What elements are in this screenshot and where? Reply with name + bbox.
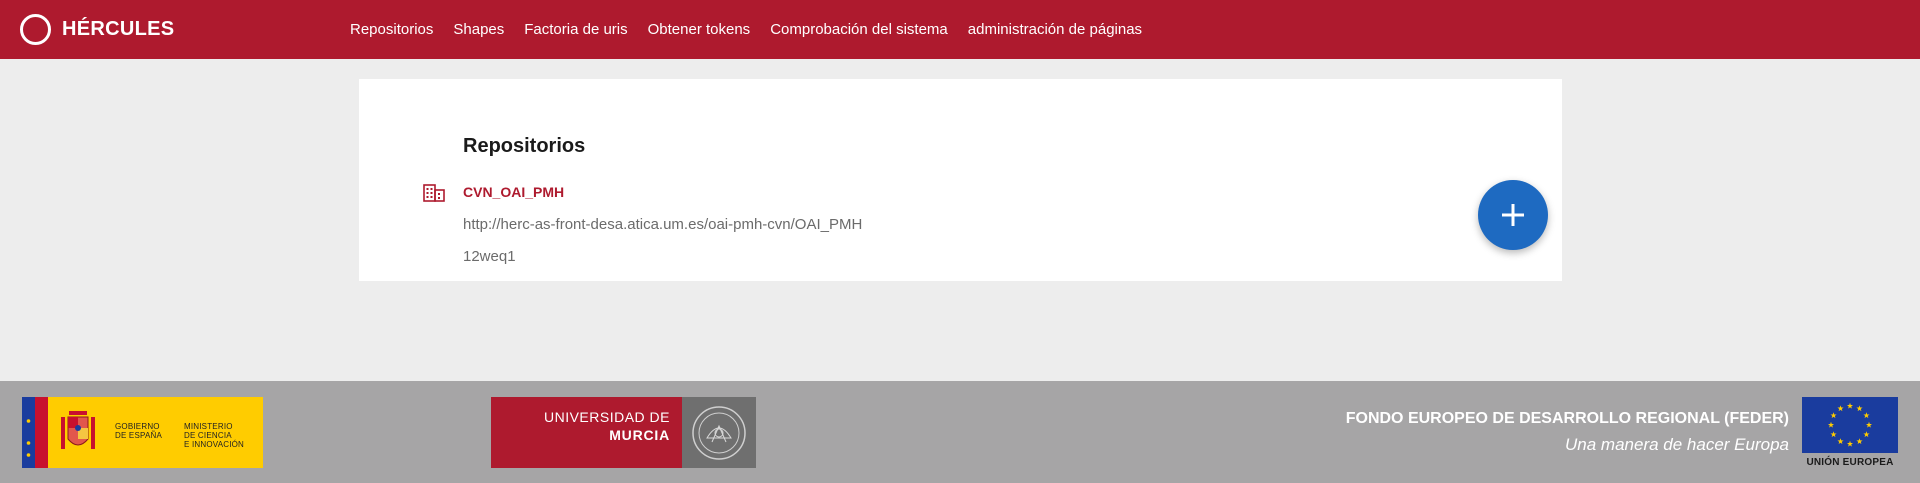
page-title: Repositorios xyxy=(463,135,586,157)
nav-item-obtener-tokens[interactable]: Obtener tokens xyxy=(648,21,751,38)
add-repository-button[interactable] xyxy=(1478,180,1548,250)
nav-item-comprobacion-del-sistema[interactable]: Comprobación del sistema xyxy=(770,21,948,38)
feder-text: FONDO EUROPEO DE DESARROLLO REGIONAL (FE… xyxy=(1346,410,1789,455)
gobierno-espana-logo: GOBIERNO DE ESPAÑA MINISTERIO DE CIENCIA… xyxy=(22,397,263,468)
universidad-seal xyxy=(682,397,756,468)
ministerio-line2: DE CIENCIA xyxy=(184,431,232,440)
top-navbar: HÉRCULES Repositorios Shapes Factoria de… xyxy=(0,0,1920,59)
gobierno-line2: DE ESPAÑA xyxy=(115,431,162,440)
universidad-murcia-logo: UNIVERSIDAD DE MURCIA xyxy=(491,397,756,468)
ministerio-line1: MINISTERIO xyxy=(184,422,233,431)
repositories-card: Repositorios CVN_OAI_PMH http://herc-as-… xyxy=(359,79,1562,281)
universidad-line1: UNIVERSIDAD DE xyxy=(543,409,670,425)
brand-name: HÉRCULES xyxy=(62,18,175,40)
brand-ring-icon xyxy=(20,14,51,45)
eu-stars-flag-icon xyxy=(22,397,48,468)
nav-item-factoria-de-uris[interactable]: Factoria de uris xyxy=(524,21,627,38)
eu-label: UNIÓN EUROPEA xyxy=(1806,457,1894,468)
plus-icon xyxy=(1502,204,1524,226)
universidad-name-block: UNIVERSIDAD DE MURCIA xyxy=(491,397,682,468)
eu-flag-icon xyxy=(1802,397,1898,453)
feder-subtitle: Una manera de hacer Europa xyxy=(1565,435,1789,454)
universidad-line2: MURCIA xyxy=(609,427,670,443)
brand-logo[interactable]: HÉRCULES xyxy=(20,14,174,45)
footer: GOBIERNO DE ESPAÑA MINISTERIO DE CIENCIA… xyxy=(0,381,1920,483)
nav-item-shapes[interactable]: Shapes xyxy=(453,21,504,38)
repository-url: http://herc-as-front-desa.atica.um.es/oa… xyxy=(463,216,863,233)
nav-item-administracion-de-paginas[interactable]: administración de páginas xyxy=(968,21,1142,38)
nav-item-repositorios[interactable]: Repositorios xyxy=(350,21,433,38)
ministerio-line3: E INNOVACIÓN xyxy=(184,440,245,449)
coat-of-arms-icon xyxy=(61,411,95,449)
gobierno-line1: GOBIERNO xyxy=(115,422,160,431)
gobierno-text: GOBIERNO DE ESPAÑA xyxy=(115,422,162,440)
ministerio-text: MINISTERIO DE CIENCIA E INNOVACIÓN xyxy=(184,422,244,449)
repository-extra: 12weq1 xyxy=(463,248,516,265)
building-icon xyxy=(423,184,445,202)
repository-name-link[interactable]: CVN_OAI_PMH xyxy=(463,184,564,200)
main-nav: Repositorios Shapes Factoria de uris Obt… xyxy=(350,0,1162,59)
university-seal-icon xyxy=(692,405,746,460)
feder-title: FONDO EUROPEO DE DESARROLLO REGIONAL (FE… xyxy=(1345,410,1789,427)
